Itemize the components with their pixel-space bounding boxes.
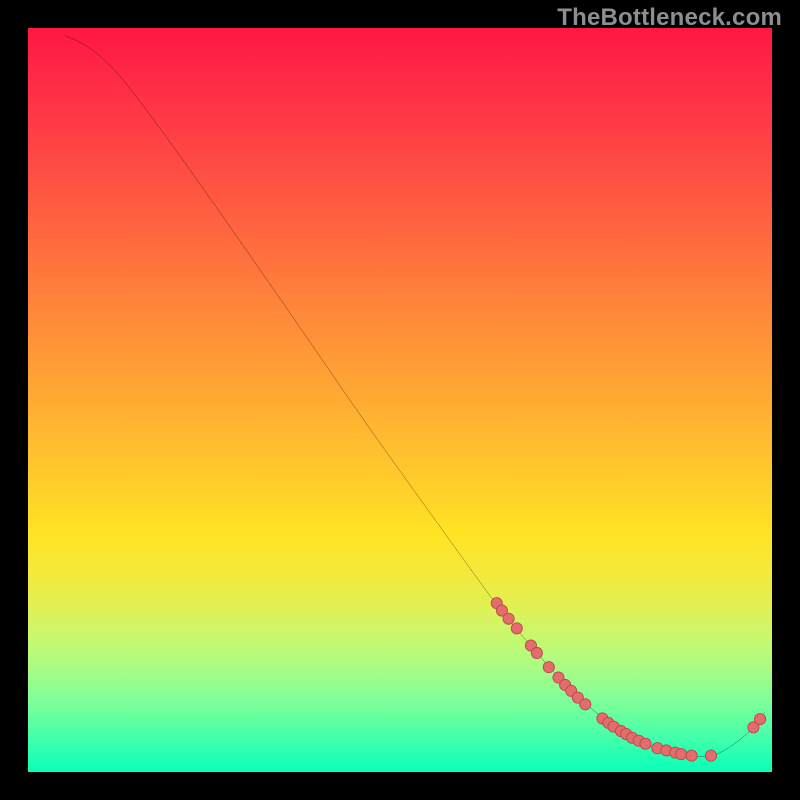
chart-container: TheBottleneck.com <box>0 0 800 800</box>
data-marker <box>676 749 687 760</box>
data-marker <box>503 613 514 624</box>
chart-svg <box>28 28 772 772</box>
marker-group <box>491 598 766 762</box>
curve-line <box>65 35 764 756</box>
data-marker <box>705 750 716 761</box>
data-marker <box>640 738 651 749</box>
data-marker <box>531 647 542 658</box>
data-marker <box>580 699 591 710</box>
plot-area <box>28 28 772 772</box>
data-marker <box>755 714 766 725</box>
data-marker <box>511 623 522 634</box>
data-marker <box>543 662 554 673</box>
data-marker <box>686 750 697 761</box>
